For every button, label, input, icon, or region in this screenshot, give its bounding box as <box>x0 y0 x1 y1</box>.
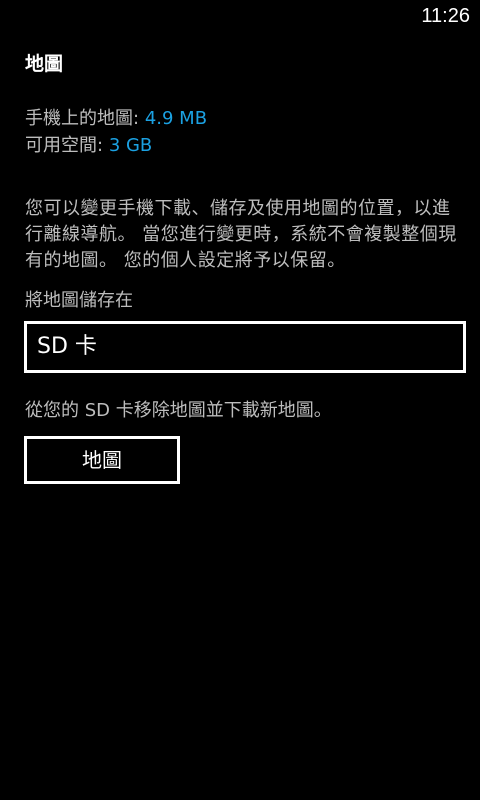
storage-location-picker[interactable]: SD 卡 <box>24 321 466 373</box>
storage-location-label: 將地圖儲存在 <box>25 290 133 311</box>
available-space-label: 可用空間: <box>25 135 104 156</box>
status-bar: 11:26 <box>0 0 480 32</box>
available-space-info: 可用空間: 3 GB <box>25 134 152 158</box>
maps-on-phone-info: 手機上的地圖: 4.9 MB <box>25 107 207 131</box>
maps-on-phone-value: 4.9 MB <box>144 108 208 129</box>
storage-description: 您可以變更手機下載、儲存及使用地圖的位置，以進行離線導航。 當您進行變更時，系統… <box>25 198 457 271</box>
remove-maps-hint: 從您的 SD 卡移除地圖並下載新地圖。 <box>25 400 332 421</box>
page-title: 地圖 <box>25 53 64 75</box>
clock-time: 11:26 <box>421 5 470 27</box>
maps-on-phone-label: 手機上的地圖: <box>25 108 140 129</box>
storage-location-selected-value: SD 卡 <box>37 334 97 359</box>
available-space-value: 3 GB <box>108 135 153 156</box>
maps-button[interactable]: 地圖 <box>24 436 180 484</box>
maps-button-label: 地圖 <box>82 448 122 472</box>
